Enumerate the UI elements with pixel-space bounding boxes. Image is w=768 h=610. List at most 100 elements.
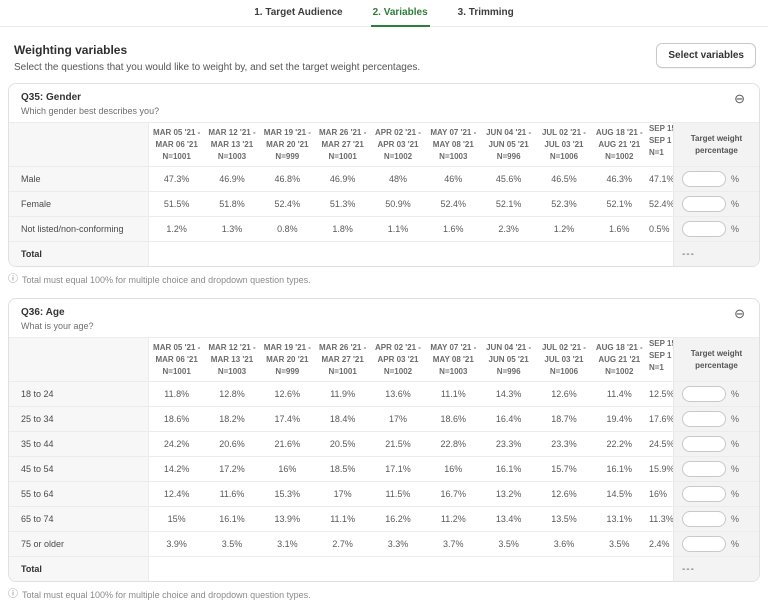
empty-cell xyxy=(260,557,315,581)
collapse-icon[interactable]: ⊖ xyxy=(732,307,747,320)
value-cell: 2.3% xyxy=(481,217,536,241)
target-weight-input[interactable] xyxy=(682,436,726,452)
target-weight-cell: % xyxy=(673,457,759,481)
column-header-sample-size: N=1003 xyxy=(218,366,246,378)
value-cell: 47.3% xyxy=(149,167,204,191)
column-header: MAR 12 '21 -MAR 13 '21N=1003 xyxy=(204,338,259,381)
target-weight-cell: % xyxy=(673,382,759,406)
target-weight-cell: % xyxy=(673,407,759,431)
table-row: 75 or older3.9%3.5%3.1%2.7%3.3%3.7%3.5%3… xyxy=(9,531,759,556)
value-cell: 1.2% xyxy=(536,217,591,241)
target-weight-input[interactable] xyxy=(682,536,726,552)
column-header-sample-size: N=1001 xyxy=(329,366,357,378)
table-footnote-text: Total must equal 100% for multiple choic… xyxy=(22,275,311,285)
column-header-range-start: MAR 12 '21 - xyxy=(208,127,255,139)
page-title: Weighting variables xyxy=(14,43,420,57)
target-weight-input[interactable] xyxy=(682,511,726,527)
value-cell: 18.7% xyxy=(536,407,591,431)
weights-table: MAR 05 '21 -MAR 06 '21N=1001MAR 12 '21 -… xyxy=(9,337,759,581)
empty-cell xyxy=(426,557,481,581)
tab-target-audience[interactable]: 1. Target Audience xyxy=(252,7,344,26)
collapse-icon[interactable]: ⊖ xyxy=(732,92,747,105)
column-header-range-end: MAR 13 '21 xyxy=(211,354,253,366)
column-header-range-end: MAY 08 '21 xyxy=(433,354,474,366)
target-weight-input[interactable] xyxy=(682,221,726,237)
tab-trimming[interactable]: 3. Trimming xyxy=(456,7,516,26)
value-cell: 13.9% xyxy=(260,507,315,531)
column-header-range-end: APR 03 '21 xyxy=(377,354,418,366)
column-header-sample-size: N=1001 xyxy=(163,366,191,378)
value-cell: 2.4% xyxy=(647,532,673,556)
row-label: 45 to 54 xyxy=(9,457,149,481)
target-weight-input[interactable] xyxy=(682,386,726,402)
column-header-sample-size: N=1001 xyxy=(329,151,357,163)
column-header-range-end: SEP 1 xyxy=(649,350,672,362)
select-variables-button[interactable]: Select variables xyxy=(656,43,756,68)
value-cell: 47.1% xyxy=(647,167,673,191)
column-header-sample-size: N=1003 xyxy=(439,151,467,163)
percent-suffix: % xyxy=(731,174,739,184)
value-cell: 16% xyxy=(647,482,673,506)
table-row: 25 to 3418.6%18.2%17.4%18.4%17%18.6%16.4… xyxy=(9,406,759,431)
column-header-sample-size: N=1003 xyxy=(218,151,246,163)
row-label: Male xyxy=(9,167,149,191)
column-header: MAR 19 '21 -MAR 20 '21N=999 xyxy=(260,338,315,381)
column-header-range-start: AUG 18 '21 - xyxy=(596,127,643,139)
value-cell: 15.3% xyxy=(260,482,315,506)
column-header-range-start: MAR 05 '21 - xyxy=(153,127,200,139)
table-row: 65 to 7415%16.1%13.9%11.1%16.2%11.2%13.4… xyxy=(9,506,759,531)
value-cell: 1.3% xyxy=(204,217,259,241)
row-label: 18 to 24 xyxy=(9,382,149,406)
value-cell: 46.3% xyxy=(592,167,647,191)
column-header: AUG 18 '21 -AUG 21 '21N=1002 xyxy=(592,338,647,381)
empty-cell xyxy=(647,242,673,266)
percent-suffix: % xyxy=(731,389,739,399)
value-cell: 51.8% xyxy=(204,192,259,216)
info-icon: ⓘ xyxy=(8,275,18,285)
column-header-sample-size: N=1001 xyxy=(163,151,191,163)
column-header-range-start: SEP 15 xyxy=(649,338,673,350)
column-header-range-end: MAR 20 '21 xyxy=(266,139,308,151)
value-cell: 46.9% xyxy=(204,167,259,191)
table-header-row: MAR 05 '21 -MAR 06 '21N=1001MAR 12 '21 -… xyxy=(9,122,759,166)
value-cell: 15.7% xyxy=(536,457,591,481)
column-header-range-start: MAR 19 '21 - xyxy=(264,342,311,354)
table-total-row: Total--- xyxy=(9,241,759,266)
value-cell: 3.3% xyxy=(370,532,425,556)
target-weight-input[interactable] xyxy=(682,486,726,502)
page-header-text: Weighting variables Select the questions… xyxy=(14,43,420,73)
column-header-range-start: MAR 26 '21 - xyxy=(319,127,366,139)
value-cell: 11.6% xyxy=(204,482,259,506)
table-row: 35 to 4424.2%20.6%21.6%20.5%21.5%22.8%23… xyxy=(9,431,759,456)
value-cell: 51.3% xyxy=(315,192,370,216)
value-cell: 3.9% xyxy=(149,532,204,556)
column-header: SEP 15SEP 1N=1 xyxy=(647,338,673,381)
row-label-header xyxy=(9,123,149,166)
column-header: MAY 07 '21 -MAY 08 '21N=1003 xyxy=(426,123,481,166)
empty-cell xyxy=(536,557,591,581)
column-header-sample-size: N=999 xyxy=(275,366,299,378)
value-cell: 16.7% xyxy=(426,482,481,506)
value-cell: 18.6% xyxy=(149,407,204,431)
column-header: APR 02 '21 -APR 03 '21N=1002 xyxy=(370,338,425,381)
value-cell: 13.5% xyxy=(536,507,591,531)
tab-variables[interactable]: 2. Variables xyxy=(371,7,430,27)
target-weight-input[interactable] xyxy=(682,171,726,187)
column-header-range-end: JUN 05 '21 xyxy=(489,139,529,151)
empty-cell xyxy=(592,242,647,266)
column-header-range-end: MAY 08 '21 xyxy=(433,139,474,151)
target-weight-input[interactable] xyxy=(682,196,726,212)
value-cell: 11.1% xyxy=(315,507,370,531)
table-row: 55 to 6412.4%11.6%15.3%17%11.5%16.7%13.2… xyxy=(9,481,759,506)
value-cell: 17.4% xyxy=(260,407,315,431)
percent-suffix: % xyxy=(731,414,739,424)
column-header-sample-size: N=996 xyxy=(497,151,521,163)
empty-cell xyxy=(370,557,425,581)
value-cell: 3.5% xyxy=(481,532,536,556)
value-cell: 12.5% xyxy=(647,382,673,406)
row-label: Female xyxy=(9,192,149,216)
target-weight-input[interactable] xyxy=(682,411,726,427)
target-weight-input[interactable] xyxy=(682,461,726,477)
value-cell: 22.2% xyxy=(592,432,647,456)
value-cell: 13.6% xyxy=(370,382,425,406)
